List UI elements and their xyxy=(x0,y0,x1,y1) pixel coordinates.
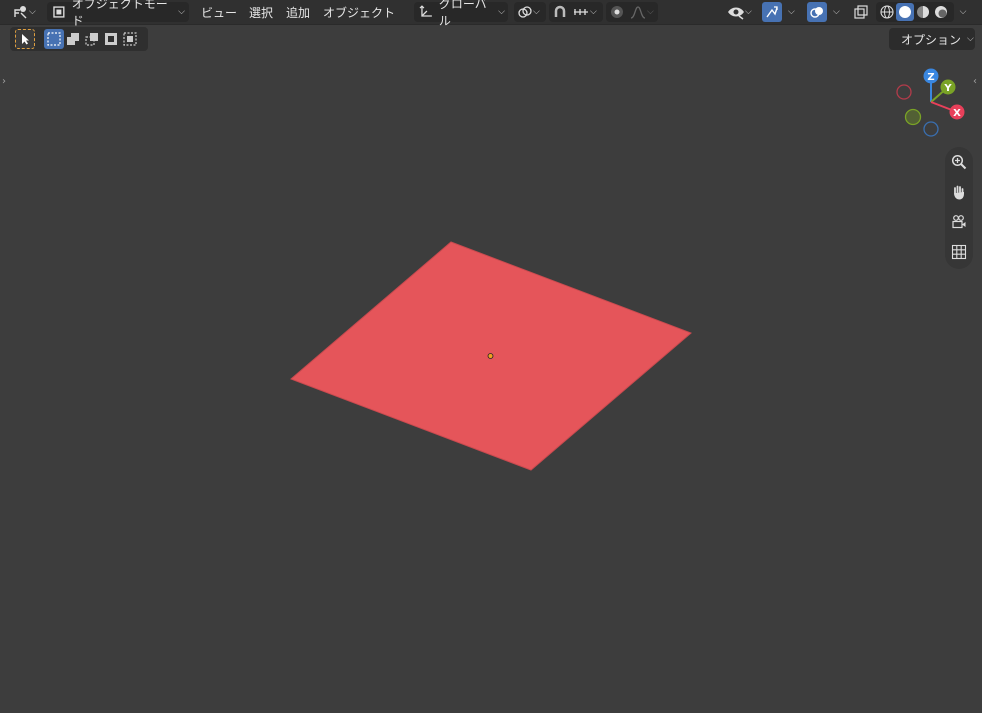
shading-mode-group[interactable] xyxy=(876,2,954,22)
perspective-toggle-button[interactable] xyxy=(949,242,969,262)
plane-object[interactable] xyxy=(290,241,692,471)
proportional-editing-group[interactable]: ⌵ xyxy=(606,2,658,22)
shading-rendered-button[interactable] xyxy=(932,3,950,21)
select-extend-button[interactable] xyxy=(63,29,83,49)
overlays-icon xyxy=(810,7,823,18)
chevron-down-icon: ⌵ xyxy=(647,7,654,17)
shading-wireframe-button[interactable] xyxy=(878,3,896,21)
chevron-down-icon: ⌵ xyxy=(590,7,597,17)
chevron-down-icon: ⌵ xyxy=(533,7,540,17)
viewport-scene xyxy=(290,241,692,471)
shading-material-button[interactable] xyxy=(914,3,932,21)
navigation-gizmo[interactable]: Z Y X xyxy=(892,66,972,138)
menu-object[interactable]: オブジェクト xyxy=(323,4,395,21)
options-dropdown[interactable]: オプション ⌵ xyxy=(889,28,975,50)
chevron-down-icon: ⌵ xyxy=(967,34,974,44)
chevron-down-icon: ⌵ xyxy=(788,7,795,17)
camera-view-button[interactable] xyxy=(949,212,969,232)
solid-sphere-icon xyxy=(899,6,911,18)
xray-toggle-button[interactable] xyxy=(851,2,871,22)
rendered-sphere-icon xyxy=(935,6,947,18)
transform-orientation-select[interactable]: グローバル ⌵ xyxy=(414,0,508,28)
falloff-curve-icon[interactable] xyxy=(629,4,647,20)
viewport-header: ⌵ オブジェクトモード ⌵ ビュー 選択 追加 オブジェクト グローバル ⌵ ⌵ xyxy=(0,0,982,28)
chevron-down-icon: ⌵ xyxy=(29,7,36,17)
gizmo-neg-y[interactable] xyxy=(904,108,922,126)
gizmo-neg-z[interactable] xyxy=(923,121,939,137)
menu-select[interactable]: 選択 xyxy=(249,4,273,21)
orientation-axes-icon xyxy=(419,5,432,17)
zoom-icon xyxy=(951,154,967,170)
proportional-edit-icon[interactable] xyxy=(609,4,625,20)
select-invert-button[interactable] xyxy=(101,29,121,49)
gizmo-toggle-button[interactable] xyxy=(762,2,782,22)
gizmo-toggle-group[interactable]: ⌵ xyxy=(762,2,800,22)
chevron-down-icon: ⌵ xyxy=(959,7,967,17)
orientation-label: グローバル xyxy=(438,0,487,28)
chevron-down-icon: ⌵ xyxy=(498,7,505,17)
select-new-button[interactable] xyxy=(44,29,64,49)
select-intersect-button[interactable] xyxy=(120,29,140,49)
active-tool-button[interactable] xyxy=(15,29,35,49)
mode-select[interactable]: オブジェクトモード ⌵ xyxy=(47,0,189,28)
chevron-down-icon: ⌵ xyxy=(833,7,840,17)
pivot-point-select[interactable]: ⌵ xyxy=(514,2,546,22)
menu-view[interactable]: ビュー xyxy=(201,4,237,21)
chevron-down-icon: ⌵ xyxy=(745,7,752,17)
hand-icon xyxy=(954,185,964,200)
select-subtract-icon xyxy=(85,33,98,46)
cursor-arrow-icon xyxy=(22,34,29,45)
options-label: オプション xyxy=(901,32,962,47)
select-extend-icon xyxy=(67,33,79,45)
menu-add[interactable]: 追加 xyxy=(286,4,310,21)
xray-icon xyxy=(854,5,868,19)
gizmo-y-label: Y xyxy=(943,83,952,94)
editor-type-button[interactable]: ⌵ xyxy=(10,2,40,22)
material-sphere-icon xyxy=(917,6,929,18)
gizmo-icon xyxy=(766,6,778,18)
snap-increment-icon[interactable] xyxy=(572,4,590,20)
sidebar-expand-arrow-icon[interactable]: ‹ xyxy=(973,76,977,87)
viewport-editor-icon xyxy=(14,6,27,19)
object-visibility-select[interactable]: ⌵ xyxy=(725,2,757,22)
grid-icon xyxy=(951,244,967,260)
magnet-icon[interactable] xyxy=(552,4,568,20)
select-invert-icon xyxy=(105,33,117,45)
pan-button[interactable] xyxy=(949,182,969,202)
zoom-button[interactable] xyxy=(949,152,969,172)
toolbar-expand-arrow-icon[interactable]: › xyxy=(2,76,6,87)
select-intersect-icon xyxy=(123,32,137,46)
overlays-group[interactable]: ⌵ xyxy=(807,2,845,22)
overlays-toggle-button[interactable] xyxy=(807,2,827,22)
shading-options-dropdown[interactable]: ⌵ xyxy=(955,2,971,22)
camera-icon xyxy=(952,215,966,229)
eye-icon xyxy=(728,7,744,20)
snapping-group[interactable]: ⌵ xyxy=(549,2,603,22)
object-mode-icon xyxy=(53,6,65,18)
select-subtract-button[interactable] xyxy=(82,29,102,49)
pivot-icon xyxy=(518,6,532,18)
wireframe-sphere-icon xyxy=(880,5,894,19)
select-new-icon xyxy=(47,32,61,46)
gizmo-z-label: Z xyxy=(927,72,934,83)
chevron-down-icon: ⌵ xyxy=(178,7,185,17)
gizmo-neg-x[interactable] xyxy=(896,84,912,100)
mode-label: オブジェクトモード xyxy=(71,0,168,28)
shading-solid-button[interactable] xyxy=(896,3,914,21)
gizmo-x-label: X xyxy=(953,108,961,119)
